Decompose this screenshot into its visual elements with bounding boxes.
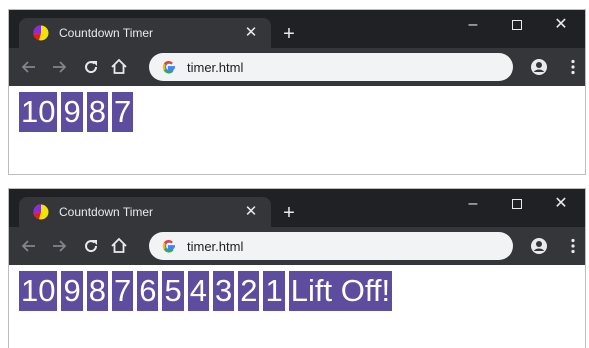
close-window-button[interactable]: ✕ bbox=[541, 14, 581, 36]
back-arrow-icon[interactable] bbox=[19, 236, 39, 256]
title-bar: Countdown Timer ✕ + – ✕ bbox=[9, 10, 585, 48]
menu-dots-icon[interactable] bbox=[563, 57, 583, 77]
title-bar: Countdown Timer ✕ + – ✕ bbox=[9, 189, 585, 227]
favicon-pie-icon bbox=[33, 25, 49, 41]
countdown-box: 9 bbox=[61, 271, 83, 311]
menu-dots-icon[interactable] bbox=[563, 236, 583, 256]
browser-window-top: Countdown Timer ✕ + – ✕ timer.html 10 9 8 7 bbox=[8, 9, 586, 175]
countdown-list: 10 9 8 7 6 5 4 3 2 1 Lift Off! bbox=[19, 271, 585, 311]
tab-close-button[interactable]: ✕ bbox=[241, 202, 261, 222]
address-bar[interactable]: timer.html bbox=[149, 232, 513, 260]
countdown-box: 9 bbox=[61, 92, 83, 132]
maximize-icon bbox=[512, 198, 522, 209]
countdown-box: 4 bbox=[187, 271, 209, 311]
address-bar[interactable]: timer.html bbox=[149, 53, 513, 81]
home-icon[interactable] bbox=[109, 57, 129, 77]
forward-arrow-icon[interactable] bbox=[49, 57, 69, 77]
reload-icon[interactable] bbox=[81, 236, 101, 256]
new-tab-button[interactable]: + bbox=[279, 24, 299, 44]
browser-tab[interactable]: Countdown Timer ✕ bbox=[19, 18, 271, 48]
browser-window-bottom: Countdown Timer ✕ + – ✕ timer.html 10 9 8 7… bbox=[8, 188, 586, 348]
url-text: timer.html bbox=[187, 239, 244, 254]
countdown-box: 6 bbox=[137, 271, 159, 311]
profile-icon[interactable] bbox=[529, 57, 549, 77]
forward-arrow-icon[interactable] bbox=[49, 236, 69, 256]
countdown-list: 10 9 8 7 bbox=[19, 92, 585, 132]
tab-title: Countdown Timer bbox=[59, 26, 154, 40]
countdown-box: 3 bbox=[212, 271, 235, 311]
google-g-icon bbox=[162, 61, 175, 74]
countdown-box: 10 bbox=[19, 92, 58, 132]
browser-toolbar: timer.html bbox=[9, 227, 585, 265]
maximize-button[interactable] bbox=[497, 14, 537, 36]
back-arrow-icon[interactable] bbox=[19, 57, 39, 77]
countdown-box: 8 bbox=[86, 92, 108, 132]
profile-icon[interactable] bbox=[529, 236, 549, 256]
url-text: timer.html bbox=[187, 60, 244, 75]
countdown-box: 7 bbox=[111, 92, 134, 132]
reload-icon[interactable] bbox=[81, 57, 101, 77]
browser-tab[interactable]: Countdown Timer ✕ bbox=[19, 197, 271, 227]
maximize-button[interactable] bbox=[497, 193, 537, 215]
browser-toolbar: timer.html bbox=[9, 48, 585, 86]
countdown-box: 10 bbox=[19, 271, 58, 311]
page-content: 10 9 8 7 6 5 4 3 2 1 Lift Off! bbox=[9, 265, 585, 311]
countdown-box: 8 bbox=[86, 271, 108, 311]
countdown-box: 5 bbox=[162, 271, 184, 311]
minimize-button[interactable]: – bbox=[453, 193, 493, 215]
minimize-button[interactable]: – bbox=[453, 14, 493, 36]
tab-close-button[interactable]: ✕ bbox=[241, 23, 261, 43]
google-g-icon bbox=[162, 240, 175, 253]
page-content: 10 9 8 7 bbox=[9, 86, 585, 132]
countdown-box: 2 bbox=[238, 271, 260, 311]
maximize-icon bbox=[512, 19, 522, 30]
home-icon[interactable] bbox=[109, 236, 129, 256]
favicon-pie-icon bbox=[33, 204, 49, 220]
countdown-box: 7 bbox=[111, 271, 134, 311]
close-window-button[interactable]: ✕ bbox=[541, 193, 581, 215]
new-tab-button[interactable]: + bbox=[279, 203, 299, 223]
countdown-box: Lift Off! bbox=[288, 271, 393, 311]
tab-title: Countdown Timer bbox=[59, 205, 154, 219]
countdown-box: 1 bbox=[263, 271, 285, 311]
